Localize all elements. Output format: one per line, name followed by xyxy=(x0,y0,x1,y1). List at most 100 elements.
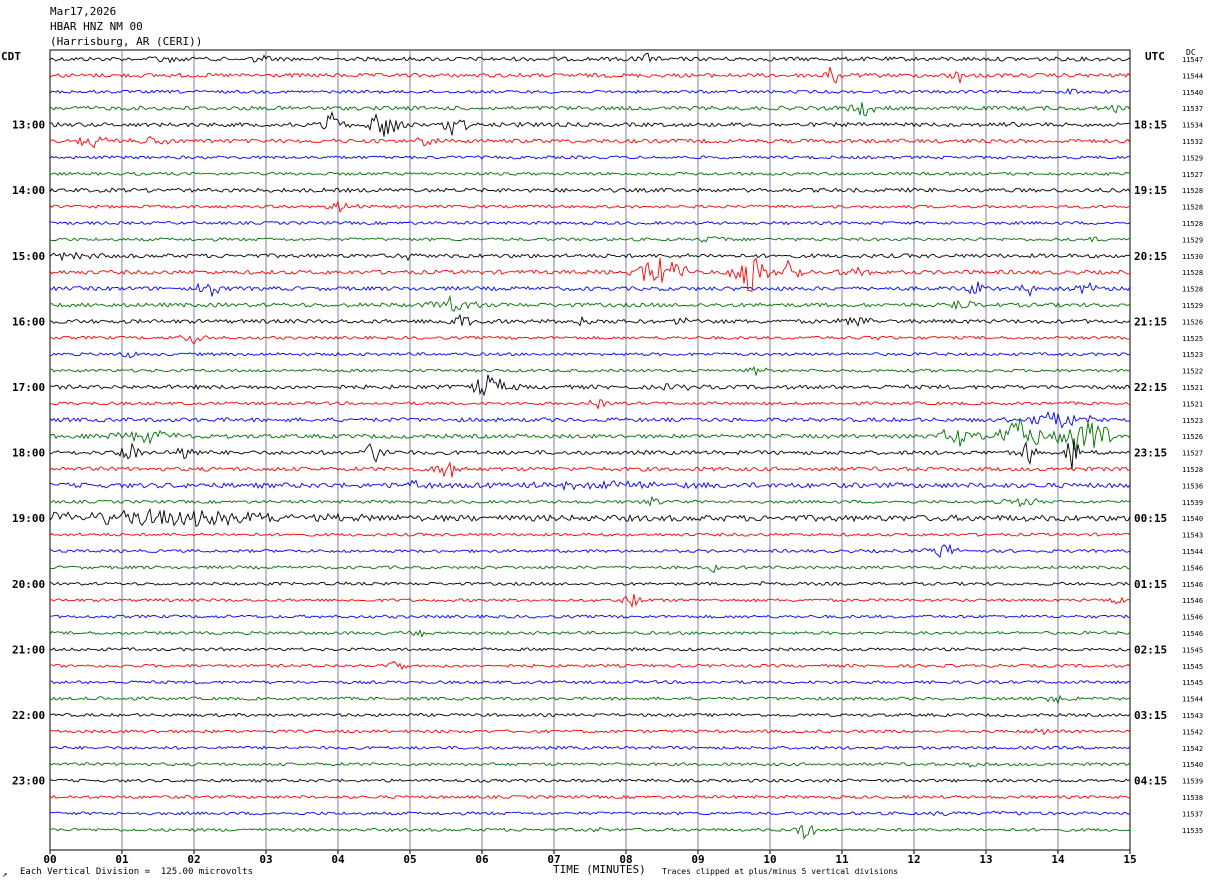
trace-line xyxy=(49,294,1131,312)
dc-offset-label: 11528 xyxy=(1182,220,1203,228)
trace-line xyxy=(49,728,1131,736)
utc-time-label: 02:15 xyxy=(1134,643,1167,656)
trace-line xyxy=(49,87,1131,96)
x-tick-label: 12 xyxy=(907,853,920,866)
dc-offset-label: 11529 xyxy=(1182,236,1203,244)
cdt-time-label: 16:00 xyxy=(12,315,45,328)
x-tick-label: 14 xyxy=(1051,853,1065,866)
dc-offset-label: 11530 xyxy=(1182,253,1203,261)
cdt-time-label: 18:00 xyxy=(12,447,45,460)
trace-line xyxy=(49,110,1131,137)
dc-offset-label: 11537 xyxy=(1182,810,1203,818)
dc-offset-label: 11528 xyxy=(1182,187,1203,195)
trace-line xyxy=(49,593,1131,608)
trace-line xyxy=(49,102,1131,117)
plot-frame xyxy=(49,49,1131,851)
dc-offset-label: 11528 xyxy=(1182,286,1203,294)
xaxis-label: TIME (MINUTES) xyxy=(553,863,646,876)
dc-offset-label: 11546 xyxy=(1182,597,1203,605)
trace-line xyxy=(49,220,1131,226)
x-tick-label: 01 xyxy=(115,853,129,866)
trace-line xyxy=(49,745,1131,750)
trace-line xyxy=(49,199,1131,214)
trace-line xyxy=(50,365,1131,377)
dc-offset-label: 11526 xyxy=(1182,318,1203,326)
x-tick-label: 03 xyxy=(259,853,272,866)
trace-line xyxy=(49,564,1131,574)
utc-time-label: 04:15 xyxy=(1134,775,1167,788)
x-tick-label: 02 xyxy=(187,853,200,866)
dc-offset-label: 11544 xyxy=(1182,696,1203,704)
trace-line xyxy=(49,313,1131,328)
trace-line xyxy=(49,629,1131,638)
dc-offset-label: 11537 xyxy=(1182,105,1203,113)
utc-time-label: 21:15 xyxy=(1134,315,1167,328)
trace-line xyxy=(49,351,1131,359)
dc-offset-label: 11536 xyxy=(1182,482,1203,490)
dc-offset-label: 11521 xyxy=(1182,400,1203,408)
trace-line xyxy=(49,660,1131,671)
utc-time-label: 23:15 xyxy=(1134,447,1167,460)
dc-offset-label: 11534 xyxy=(1182,122,1203,130)
cdt-time-label: 13:00 xyxy=(12,119,45,132)
dc-offset-label: 11538 xyxy=(1182,794,1203,802)
trace-line xyxy=(49,479,1131,492)
dc-offset-label: 11542 xyxy=(1182,745,1203,753)
dc-offset-label: 11546 xyxy=(1182,630,1203,638)
trace-line xyxy=(49,694,1131,705)
dc-offset-label: 11523 xyxy=(1182,351,1203,359)
x-tick-label: 13 xyxy=(979,853,992,866)
clip-note: Traces clipped at plus/minus 5 vertical … xyxy=(662,867,899,876)
trace-line xyxy=(49,647,1131,652)
dc-offset-label: 11526 xyxy=(1182,433,1203,441)
cdt-time-label: 21:00 xyxy=(12,643,45,656)
cdt-time-label: 22:00 xyxy=(12,709,45,722)
trace-line xyxy=(49,52,1131,64)
dc-offset-label: 11546 xyxy=(1182,581,1203,589)
cdt-time-label: 19:00 xyxy=(12,512,45,525)
trace-line xyxy=(49,495,1131,508)
dc-offset-label: 11529 xyxy=(1182,302,1203,310)
dc-offset-label: 11521 xyxy=(1182,384,1203,392)
dc-offset-label: 11535 xyxy=(1182,827,1203,835)
trace-line xyxy=(49,374,1131,397)
dc-offset-label: 11546 xyxy=(1182,614,1203,622)
trace-line xyxy=(49,712,1131,718)
x-tick-label: 11 xyxy=(835,853,849,866)
dc-offset-label: 11528 xyxy=(1182,466,1203,474)
dc-offset-label: 11545 xyxy=(1182,679,1203,687)
dc-offset-label: 11539 xyxy=(1182,499,1203,507)
trace-line xyxy=(49,257,1131,293)
trace-line xyxy=(49,187,1131,194)
dc-offset-label: 11545 xyxy=(1182,663,1203,671)
dc-offset-label: 11527 xyxy=(1182,171,1203,179)
cdt-time-label: 17:00 xyxy=(12,381,45,394)
cdt-time-label: 14:00 xyxy=(12,184,45,197)
trace-line xyxy=(49,410,1130,429)
x-tick-label: 04 xyxy=(331,853,345,866)
trace-line xyxy=(49,135,1131,149)
dc-offset-label: 11527 xyxy=(1182,450,1203,458)
dc-offset-label: 11547 xyxy=(1182,56,1203,64)
trace-line xyxy=(49,794,1131,800)
dc-offset-label: 11543 xyxy=(1182,712,1203,720)
trace-line xyxy=(49,680,1131,685)
cdt-time-label: 20:00 xyxy=(12,578,45,591)
helicorder-chart: 00 01 02 03 04 05 06 07 08 09 10 11 12 13 14 1511547115… xyxy=(12,49,1203,866)
dc-offset-label: 11528 xyxy=(1182,204,1203,212)
dc-offset-label: 11544 xyxy=(1182,548,1203,556)
dc-offset-label: 11543 xyxy=(1182,532,1203,540)
dc-offset-label: 11544 xyxy=(1182,72,1203,80)
trace-line xyxy=(49,778,1131,783)
dc-offset-label: 11532 xyxy=(1182,138,1203,146)
dc-offset-label: 11525 xyxy=(1182,335,1203,343)
cdt-time-label: 15:00 xyxy=(12,250,45,263)
x-tick-label: 00 xyxy=(43,853,56,866)
dc-offset-label: 11545 xyxy=(1182,646,1203,654)
utc-time-label: 01:15 xyxy=(1134,578,1167,591)
utc-time-label: 03:15 xyxy=(1134,709,1167,722)
dc-offset-label: 11528 xyxy=(1182,269,1203,277)
dc-offset-label: 11522 xyxy=(1182,368,1203,376)
trace-line xyxy=(49,532,1131,537)
dc-offset-label: 11546 xyxy=(1182,564,1203,572)
